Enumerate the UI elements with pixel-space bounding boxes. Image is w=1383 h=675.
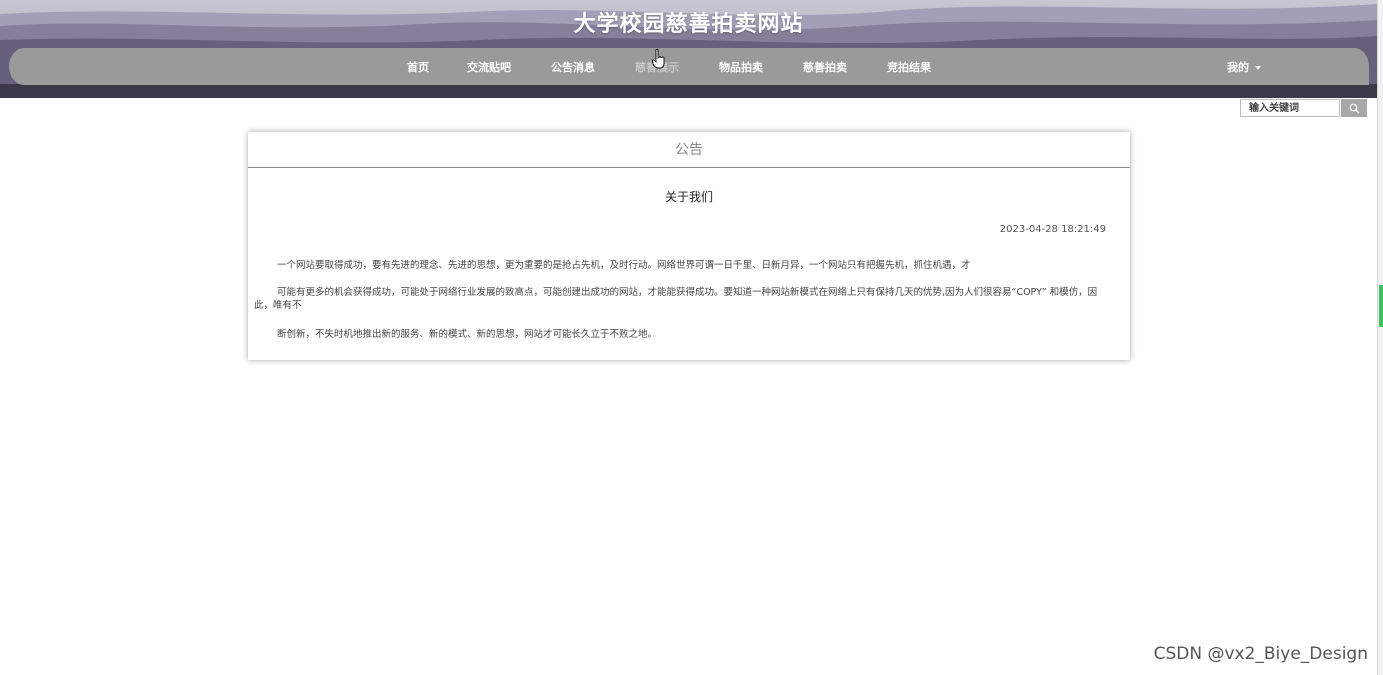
article-paragraph: 断创新，不失时机地推出新的服务、新的模式、新的思想，网站才可能长久立于不败之地。 bbox=[277, 329, 658, 340]
nav-home[interactable]: 首页 bbox=[407, 59, 429, 75]
search-box bbox=[1240, 99, 1367, 119]
nav-announcements[interactable]: 公告消息 bbox=[551, 59, 595, 75]
search-button[interactable] bbox=[1341, 99, 1367, 117]
site-header: 大学校园慈善拍卖网站 首页 交流贴吧 公告消息 慈善展示 物品拍卖 慈善拍卖 竞… bbox=[0, 0, 1377, 98]
user-menu[interactable]: 我的 bbox=[1227, 59, 1261, 75]
user-menu-label: 我的 bbox=[1227, 61, 1249, 74]
nav-forum[interactable]: 交流贴吧 bbox=[467, 59, 511, 75]
main-navbar: 首页 交流贴吧 公告消息 慈善展示 物品拍卖 慈善拍卖 竞拍结果 我的 bbox=[9, 48, 1369, 85]
site-title: 大学校园慈善拍卖网站 bbox=[573, 12, 804, 37]
article-date: 2023-04-28 18:21:49 bbox=[999, 224, 1106, 235]
search-input[interactable] bbox=[1240, 99, 1340, 117]
notice-card: 公告 关于我们 2023-04-28 18:21:49 一个网站要取得成功，要有… bbox=[248, 132, 1130, 360]
article-paragraph: 一个网站要取得成功，要有先进的理念、先进的思想，更为重要的是抢占先机，及时行动。… bbox=[277, 260, 971, 271]
nav-item-auction[interactable]: 物品拍卖 bbox=[719, 59, 763, 75]
nav-bid-results[interactable]: 竞拍结果 bbox=[887, 59, 931, 75]
watermark: CSDN @vx2_Biye_Design bbox=[1153, 644, 1368, 664]
notice-heading: 公告 bbox=[248, 132, 1130, 168]
article-paragraph: 可能有更多的机会获得成功，可能处于网络行业发展的致高点，可能创建出成功的网站，才… bbox=[254, 287, 1098, 311]
search-icon bbox=[1349, 103, 1359, 113]
side-indicator bbox=[1379, 285, 1383, 327]
window-edge bbox=[1377, 0, 1383, 675]
hand-cursor-icon bbox=[652, 49, 665, 69]
chevron-down-icon bbox=[1255, 66, 1261, 70]
nav-charity-auction[interactable]: 慈善拍卖 bbox=[803, 59, 847, 75]
article-title: 关于我们 bbox=[664, 190, 713, 204]
